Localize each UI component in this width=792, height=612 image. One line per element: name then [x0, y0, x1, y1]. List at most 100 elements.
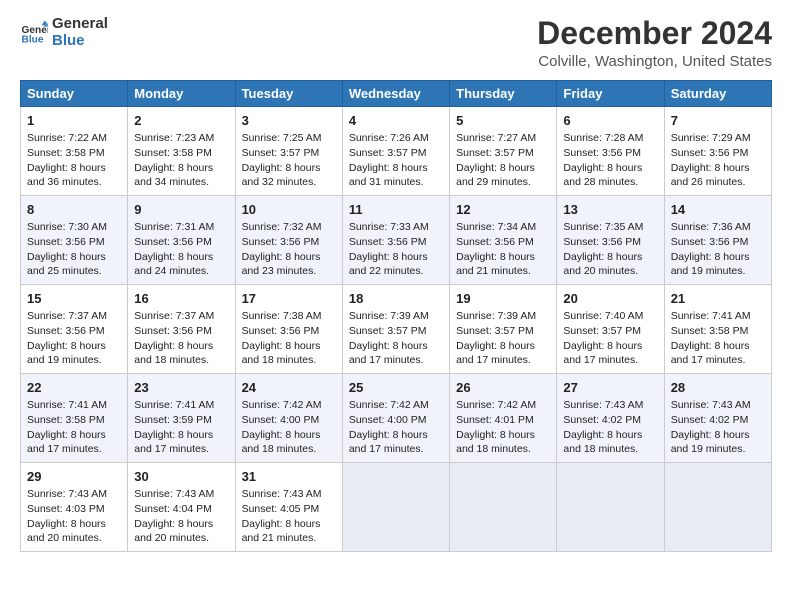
col-header-saturday: Saturday: [664, 81, 771, 107]
day-number: 29: [27, 468, 121, 486]
day-number: 22: [27, 379, 121, 397]
daylight-label: Daylight: 8 hours and 18 minutes.: [242, 429, 321, 456]
col-header-sunday: Sunday: [21, 81, 128, 107]
sunset-label: Sunset: 3:58 PM: [27, 147, 105, 159]
daylight-label: Daylight: 8 hours and 20 minutes.: [563, 251, 642, 278]
sunset-label: Sunset: 4:03 PM: [27, 503, 105, 515]
logo: General Blue General Blue: [20, 16, 108, 49]
col-header-wednesday: Wednesday: [342, 81, 449, 107]
day-cell: 23 Sunrise: 7:41 AM Sunset: 3:59 PM Dayl…: [128, 374, 235, 463]
daylight-label: Daylight: 8 hours and 18 minutes.: [242, 340, 321, 367]
day-number: 1: [27, 112, 121, 130]
daylight-label: Daylight: 8 hours and 17 minutes.: [563, 340, 642, 367]
sunrise-label: Sunrise: 7:41 AM: [671, 310, 751, 322]
sunset-label: Sunset: 4:05 PM: [242, 503, 320, 515]
sunset-label: Sunset: 4:01 PM: [456, 414, 534, 426]
week-row-5: 29 Sunrise: 7:43 AM Sunset: 4:03 PM Dayl…: [21, 462, 772, 551]
sunrise-label: Sunrise: 7:43 AM: [27, 488, 107, 500]
col-header-friday: Friday: [557, 81, 664, 107]
week-row-4: 22 Sunrise: 7:41 AM Sunset: 3:58 PM Dayl…: [21, 374, 772, 463]
daylight-label: Daylight: 8 hours and 29 minutes.: [456, 162, 535, 189]
sunset-label: Sunset: 3:56 PM: [134, 236, 212, 248]
daylight-label: Daylight: 8 hours and 34 minutes.: [134, 162, 213, 189]
day-cell: 24 Sunrise: 7:42 AM Sunset: 4:00 PM Dayl…: [235, 374, 342, 463]
day-cell: 28 Sunrise: 7:43 AM Sunset: 4:02 PM Dayl…: [664, 374, 771, 463]
day-number: 10: [242, 201, 336, 219]
daylight-label: Daylight: 8 hours and 25 minutes.: [27, 251, 106, 278]
day-cell: 21 Sunrise: 7:41 AM Sunset: 3:58 PM Dayl…: [664, 285, 771, 374]
day-number: 6: [563, 112, 657, 130]
sunset-label: Sunset: 3:56 PM: [242, 236, 320, 248]
sunrise-label: Sunrise: 7:40 AM: [563, 310, 643, 322]
day-cell: 9 Sunrise: 7:31 AM Sunset: 3:56 PM Dayli…: [128, 196, 235, 285]
sunset-label: Sunset: 4:02 PM: [671, 414, 749, 426]
day-cell: 19 Sunrise: 7:39 AM Sunset: 3:57 PM Dayl…: [450, 285, 557, 374]
sunset-label: Sunset: 3:57 PM: [242, 147, 320, 159]
sunrise-label: Sunrise: 7:32 AM: [242, 221, 322, 233]
sunset-label: Sunset: 3:56 PM: [134, 325, 212, 337]
sunrise-label: Sunrise: 7:37 AM: [27, 310, 107, 322]
sunset-label: Sunset: 3:56 PM: [563, 236, 641, 248]
day-cell: 17 Sunrise: 7:38 AM Sunset: 3:56 PM Dayl…: [235, 285, 342, 374]
sunset-label: Sunset: 3:56 PM: [563, 147, 641, 159]
day-cell: 25 Sunrise: 7:42 AM Sunset: 4:00 PM Dayl…: [342, 374, 449, 463]
day-number: 11: [349, 201, 443, 219]
day-number: 13: [563, 201, 657, 219]
daylight-label: Daylight: 8 hours and 20 minutes.: [27, 518, 106, 545]
daylight-label: Daylight: 8 hours and 19 minutes.: [671, 251, 750, 278]
day-cell: 11 Sunrise: 7:33 AM Sunset: 3:56 PM Dayl…: [342, 196, 449, 285]
day-cell: [342, 462, 449, 551]
day-cell: 31 Sunrise: 7:43 AM Sunset: 4:05 PM Dayl…: [235, 462, 342, 551]
sunrise-label: Sunrise: 7:26 AM: [349, 132, 429, 144]
daylight-label: Daylight: 8 hours and 20 minutes.: [134, 518, 213, 545]
sunset-label: Sunset: 3:57 PM: [456, 147, 534, 159]
sunrise-label: Sunrise: 7:35 AM: [563, 221, 643, 233]
svg-text:Blue: Blue: [22, 34, 44, 45]
sunrise-label: Sunrise: 7:43 AM: [134, 488, 214, 500]
day-cell: 10 Sunrise: 7:32 AM Sunset: 3:56 PM Dayl…: [235, 196, 342, 285]
daylight-label: Daylight: 8 hours and 17 minutes.: [671, 340, 750, 367]
daylight-label: Daylight: 8 hours and 18 minutes.: [134, 340, 213, 367]
daylight-label: Daylight: 8 hours and 17 minutes.: [27, 429, 106, 456]
daylight-label: Daylight: 8 hours and 22 minutes.: [349, 251, 428, 278]
day-cell: 15 Sunrise: 7:37 AM Sunset: 3:56 PM Dayl…: [21, 285, 128, 374]
day-number: 7: [671, 112, 765, 130]
daylight-label: Daylight: 8 hours and 24 minutes.: [134, 251, 213, 278]
sunset-label: Sunset: 4:00 PM: [242, 414, 320, 426]
day-number: 26: [456, 379, 550, 397]
day-cell: 6 Sunrise: 7:28 AM Sunset: 3:56 PM Dayli…: [557, 107, 664, 196]
sunrise-label: Sunrise: 7:41 AM: [27, 399, 107, 411]
sunset-label: Sunset: 3:56 PM: [349, 236, 427, 248]
day-cell: 8 Sunrise: 7:30 AM Sunset: 3:56 PM Dayli…: [21, 196, 128, 285]
logo-line2: Blue: [52, 33, 108, 50]
sunrise-label: Sunrise: 7:42 AM: [242, 399, 322, 411]
week-row-2: 8 Sunrise: 7:30 AM Sunset: 3:56 PM Dayli…: [21, 196, 772, 285]
sunset-label: Sunset: 4:04 PM: [134, 503, 212, 515]
day-cell: 29 Sunrise: 7:43 AM Sunset: 4:03 PM Dayl…: [21, 462, 128, 551]
header: General Blue General Blue December 2024 …: [20, 16, 772, 70]
sunset-label: Sunset: 3:58 PM: [27, 414, 105, 426]
day-number: 28: [671, 379, 765, 397]
sunset-label: Sunset: 3:57 PM: [456, 325, 534, 337]
sunset-label: Sunset: 3:57 PM: [349, 325, 427, 337]
daylight-label: Daylight: 8 hours and 36 minutes.: [27, 162, 106, 189]
day-number: 12: [456, 201, 550, 219]
sunrise-label: Sunrise: 7:34 AM: [456, 221, 536, 233]
day-cell: 13 Sunrise: 7:35 AM Sunset: 3:56 PM Dayl…: [557, 196, 664, 285]
day-number: 2: [134, 112, 228, 130]
day-cell: 18 Sunrise: 7:39 AM Sunset: 3:57 PM Dayl…: [342, 285, 449, 374]
sunrise-label: Sunrise: 7:29 AM: [671, 132, 751, 144]
page-title: December 2024: [537, 16, 772, 51]
daylight-label: Daylight: 8 hours and 17 minutes.: [134, 429, 213, 456]
sunrise-label: Sunrise: 7:38 AM: [242, 310, 322, 322]
sunset-label: Sunset: 4:00 PM: [349, 414, 427, 426]
daylight-label: Daylight: 8 hours and 19 minutes.: [27, 340, 106, 367]
day-number: 30: [134, 468, 228, 486]
sunrise-label: Sunrise: 7:33 AM: [349, 221, 429, 233]
day-cell: 3 Sunrise: 7:25 AM Sunset: 3:57 PM Dayli…: [235, 107, 342, 196]
day-number: 19: [456, 290, 550, 308]
calendar-table: SundayMondayTuesdayWednesdayThursdayFrid…: [20, 80, 772, 552]
day-number: 21: [671, 290, 765, 308]
daylight-label: Daylight: 8 hours and 23 minutes.: [242, 251, 321, 278]
daylight-label: Daylight: 8 hours and 18 minutes.: [563, 429, 642, 456]
